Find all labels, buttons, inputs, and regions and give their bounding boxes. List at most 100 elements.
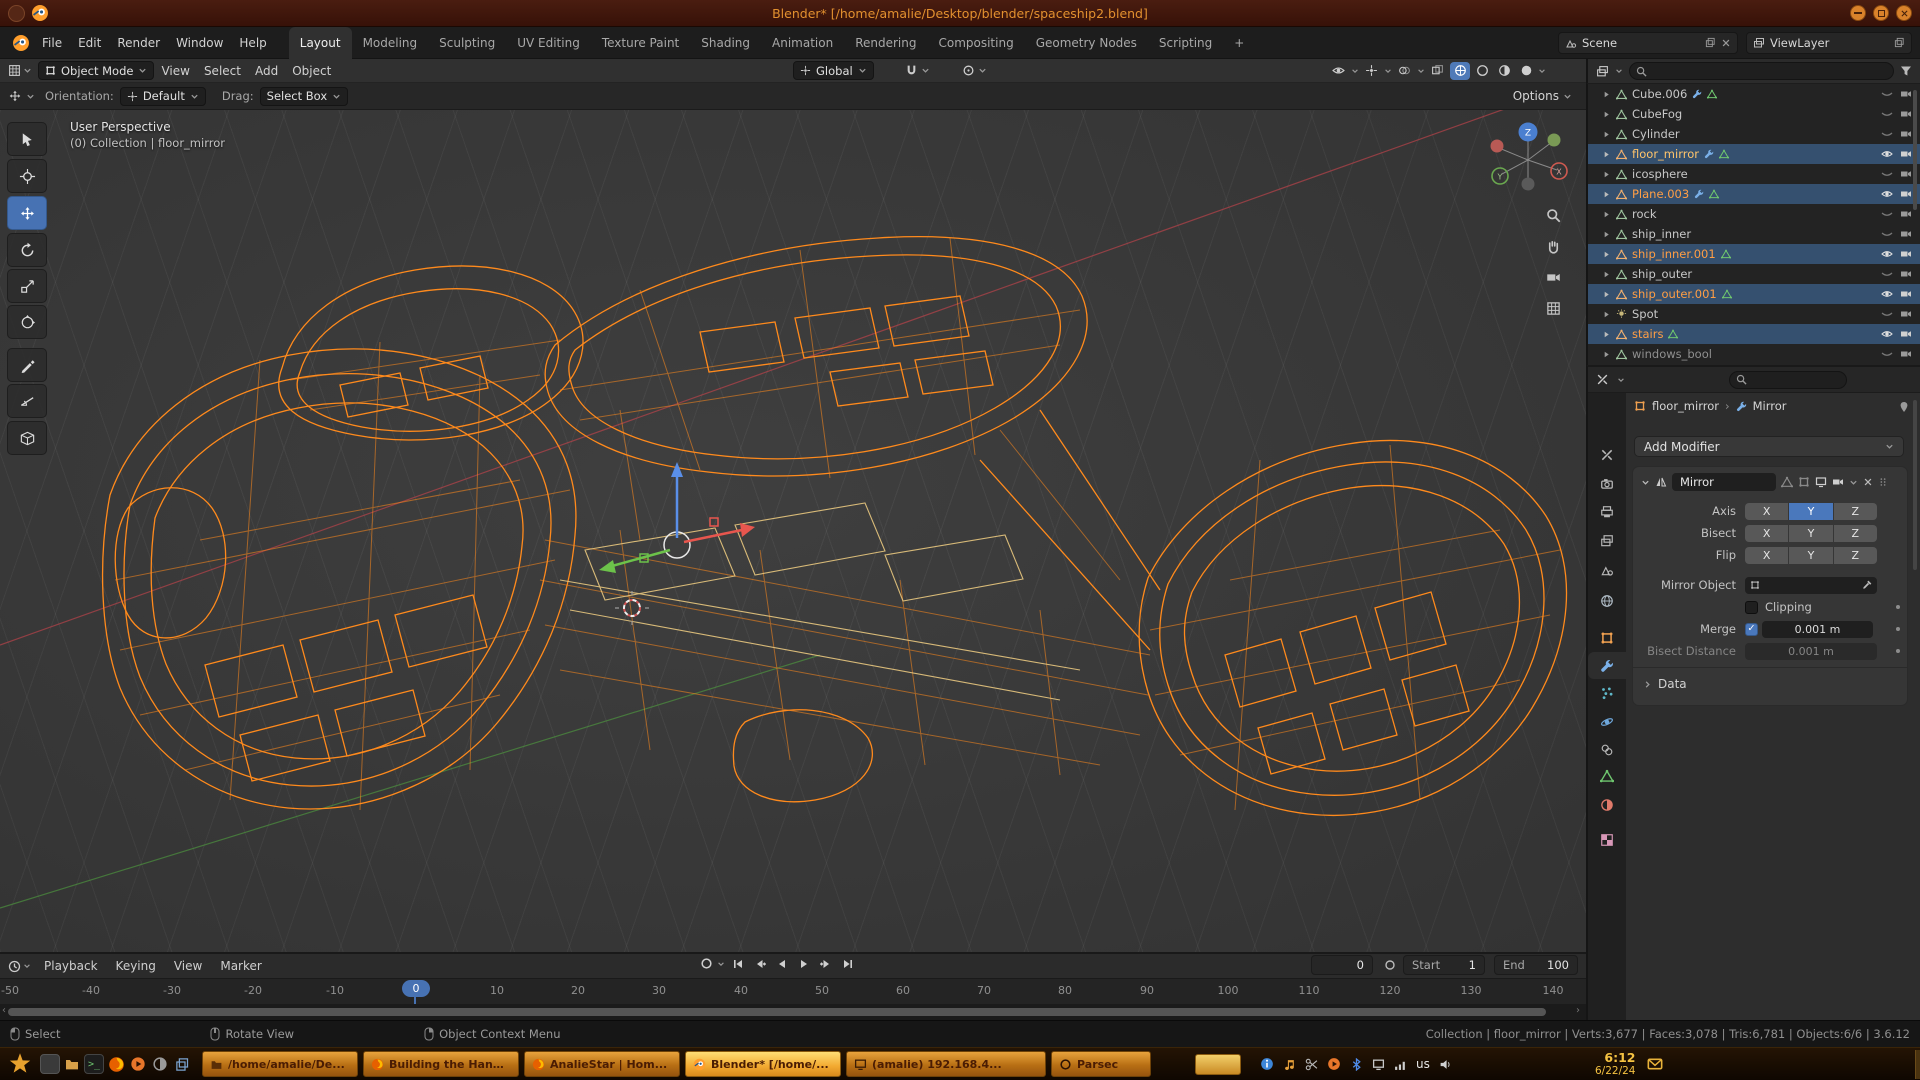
object-name[interactable]: windows_bool bbox=[1632, 347, 1712, 361]
move-tool[interactable] bbox=[7, 196, 47, 230]
disclosure-icon[interactable] bbox=[1602, 170, 1611, 179]
jump-to-end-button[interactable] bbox=[839, 955, 857, 972]
tab-world[interactable] bbox=[1588, 587, 1626, 614]
mirror-object-field[interactable] bbox=[1745, 577, 1877, 594]
flip-z-button[interactable]: Z bbox=[1834, 547, 1877, 564]
menu-window[interactable]: Window bbox=[168, 27, 231, 59]
editor-type-chevron-icon[interactable] bbox=[23, 66, 32, 75]
bisect-y-button[interactable]: Y bbox=[1789, 525, 1832, 542]
animate-dot[interactable] bbox=[1896, 605, 1900, 609]
new-viewlayer-icon[interactable] bbox=[1894, 37, 1905, 48]
cursor-tool[interactable] bbox=[7, 159, 47, 193]
start-menu-icon[interactable] bbox=[8, 1052, 32, 1076]
object-name[interactable]: Cylinder bbox=[1632, 127, 1680, 141]
outliner-row-active[interactable]: floor_mirror bbox=[1588, 144, 1920, 164]
flip-x-button[interactable]: X bbox=[1745, 547, 1788, 564]
hide-eye-icon[interactable] bbox=[1881, 328, 1893, 340]
object-name[interactable]: floor_mirror bbox=[1632, 147, 1699, 161]
disclosure-icon[interactable] bbox=[1602, 150, 1611, 159]
disclosure-icon[interactable] bbox=[1602, 270, 1611, 279]
tab-object[interactable] bbox=[1588, 624, 1626, 651]
menu-view[interactable]: View bbox=[154, 64, 196, 78]
hide-eye-icon[interactable] bbox=[1881, 108, 1893, 120]
axis-y-button[interactable]: Y bbox=[1789, 503, 1832, 520]
close-icon[interactable] bbox=[1863, 477, 1873, 487]
animate-dot[interactable] bbox=[1896, 627, 1900, 631]
hide-eye-icon[interactable] bbox=[1881, 188, 1893, 200]
object-name[interactable]: ship_outer.001 bbox=[1632, 287, 1717, 301]
snap-magnet-icon[interactable] bbox=[905, 64, 918, 77]
image-editor-icon[interactable] bbox=[150, 1054, 170, 1074]
tab-compositing[interactable]: Compositing bbox=[927, 27, 1024, 59]
frame-start-field[interactable]: Start 1 bbox=[1403, 955, 1485, 975]
add-workspace-button[interactable]: + bbox=[1223, 27, 1255, 59]
menu-object[interactable]: Object bbox=[285, 64, 338, 78]
orientation-dropdown[interactable]: Default bbox=[120, 87, 206, 106]
disable-render-camera-icon[interactable] bbox=[1900, 308, 1912, 320]
show-desktop-icon[interactable] bbox=[40, 1054, 60, 1074]
disable-render-camera-icon[interactable] bbox=[1900, 268, 1912, 280]
hide-eye-icon[interactable] bbox=[1881, 268, 1893, 280]
filter-icon[interactable] bbox=[1900, 65, 1912, 77]
disclosure-icon[interactable] bbox=[1602, 330, 1611, 339]
menu-playback[interactable]: Playback bbox=[35, 959, 107, 973]
object-name[interactable]: Cube.006 bbox=[1632, 87, 1687, 101]
shading-solid-icon[interactable] bbox=[1472, 62, 1492, 80]
taskbar-window-browser-1[interactable]: Building the Hang... bbox=[363, 1051, 519, 1077]
tab-output[interactable] bbox=[1588, 498, 1626, 525]
timeline-ruler[interactable]: -50 -40 -30 -20 -10 10 20 30 40 50 60 70… bbox=[0, 978, 1586, 1004]
outliner-row[interactable]: Cube.006 bbox=[1588, 84, 1920, 104]
disclosure-icon[interactable] bbox=[1602, 190, 1611, 199]
disable-render-camera-icon[interactable] bbox=[1900, 288, 1912, 300]
scroll-right-arrow[interactable]: › bbox=[1576, 1005, 1580, 1016]
disable-render-camera-icon[interactable] bbox=[1900, 128, 1912, 140]
menu-select[interactable]: Select bbox=[197, 64, 248, 78]
camera-view-icon[interactable] bbox=[1541, 265, 1565, 289]
tab-modifiers[interactable] bbox=[1588, 652, 1626, 679]
hide-eye-icon[interactable] bbox=[1881, 148, 1893, 160]
disclosure-icon[interactable] bbox=[1602, 90, 1611, 99]
display-realtime-icon[interactable] bbox=[1815, 476, 1827, 488]
hide-eye-icon[interactable] bbox=[1881, 168, 1893, 180]
rotate-tool[interactable] bbox=[7, 233, 47, 267]
scale-tool[interactable] bbox=[7, 269, 47, 303]
tab-physics[interactable] bbox=[1588, 708, 1626, 735]
annotate-tool[interactable] bbox=[7, 348, 47, 382]
disclosure-icon[interactable] bbox=[1602, 290, 1611, 299]
hide-eye-icon[interactable] bbox=[1881, 248, 1893, 260]
volume-icon[interactable] bbox=[1439, 1058, 1452, 1071]
hide-eye-icon[interactable] bbox=[1881, 128, 1893, 140]
taskbar-window-browser-2[interactable]: AnalieStar | Hom... bbox=[524, 1051, 680, 1077]
outliner-row[interactable]: icosphere bbox=[1588, 164, 1920, 184]
info-tray-icon[interactable] bbox=[1260, 1057, 1274, 1071]
object-name[interactable]: ship_inner.001 bbox=[1632, 247, 1716, 261]
viewlayer-selector[interactable]: ViewLayer bbox=[1746, 32, 1912, 54]
taskbar-window-parsec[interactable]: Parsec bbox=[1051, 1051, 1151, 1077]
snap-chevron-icon[interactable] bbox=[921, 66, 930, 75]
chevron-down-icon[interactable] bbox=[1615, 67, 1623, 75]
tab-uv-editing[interactable]: UV Editing bbox=[506, 27, 591, 59]
outliner-row[interactable]: ship_inner bbox=[1588, 224, 1920, 244]
tab-tool[interactable] bbox=[1588, 441, 1626, 468]
drag-handle-icon[interactable] bbox=[1878, 476, 1888, 488]
drag-dropdown[interactable]: Select Box bbox=[260, 87, 349, 106]
visibility-icon[interactable] bbox=[1332, 64, 1345, 77]
chevron-down-icon[interactable] bbox=[1417, 67, 1425, 75]
hide-eye-icon[interactable] bbox=[1881, 208, 1893, 220]
tab-particles[interactable] bbox=[1588, 679, 1626, 706]
tab-geometry-nodes[interactable]: Geometry Nodes bbox=[1025, 27, 1148, 59]
chevron-down-icon[interactable] bbox=[26, 92, 35, 101]
clipping-checkbox[interactable] bbox=[1745, 601, 1758, 614]
keyboard-layout-indicator[interactable]: us bbox=[1416, 1057, 1430, 1071]
breadcrumb-object[interactable]: floor_mirror bbox=[1652, 399, 1719, 413]
viewport-3d[interactable]: User Perspective (0) Collection | floor_… bbox=[0, 110, 1586, 952]
object-name[interactable]: stairs bbox=[1632, 327, 1663, 341]
file-manager-icon[interactable] bbox=[62, 1054, 82, 1074]
play-button[interactable] bbox=[795, 955, 813, 972]
scroll-left-arrow[interactable]: ‹ bbox=[2, 1005, 6, 1016]
hide-eye-icon[interactable] bbox=[1881, 88, 1893, 100]
scene-selector[interactable]: Scene bbox=[1558, 32, 1738, 54]
disable-render-camera-icon[interactable] bbox=[1900, 108, 1912, 120]
outliner-row[interactable]: windows_bool bbox=[1588, 344, 1920, 364]
display-editmode-icon[interactable] bbox=[1798, 476, 1810, 488]
